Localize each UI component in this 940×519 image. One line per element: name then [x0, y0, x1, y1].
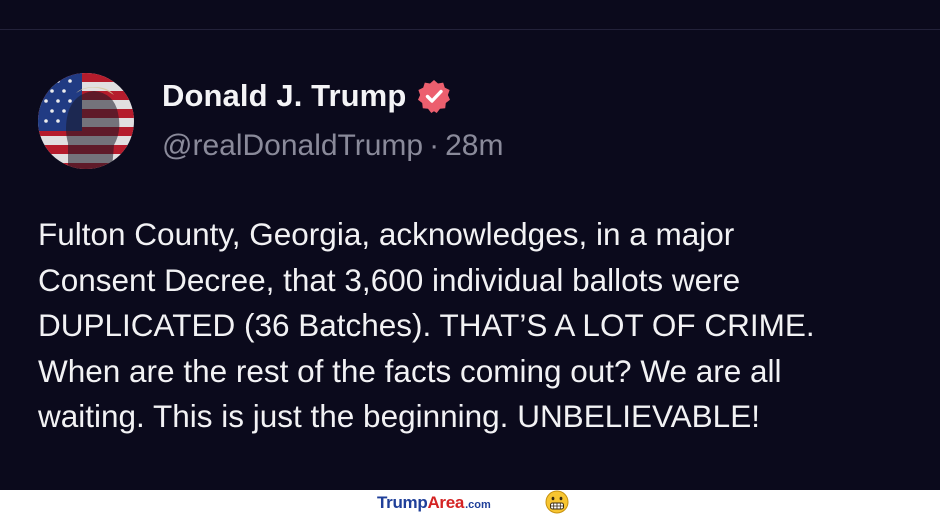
- profile-avatar-icon[interactable]: [38, 73, 134, 169]
- author-handle[interactable]: @realDonaldTrump: [162, 129, 423, 162]
- truth-social-post: Donald J. Trump @realDonaldTrump · 28m Ful…: [0, 0, 940, 490]
- author-display-name[interactable]: Donald J. Trump: [162, 78, 406, 114]
- post-timestamp[interactable]: 28m: [445, 129, 503, 162]
- watermark-logo: Trump Area .com: [377, 493, 491, 513]
- watermark-brand-first: Trump: [377, 493, 428, 512]
- grimacing-face-emoji-icon: [544, 490, 570, 514]
- author-name-row: Donald J. Trump: [162, 76, 452, 116]
- top-divider: [0, 29, 940, 30]
- author-meta-row: @realDonaldTrump · 28m: [162, 129, 503, 163]
- meta-separator: ·: [429, 129, 440, 162]
- verified-badge-icon: [416, 78, 452, 114]
- watermark-footer: Trump Area .com: [0, 490, 940, 515]
- watermark-brand-second: Area: [427, 493, 465, 512]
- post-body-text: Fulton County, Georgia, acknowledges, in…: [38, 216, 815, 434]
- watermark-brand-suffix: .com: [465, 499, 491, 511]
